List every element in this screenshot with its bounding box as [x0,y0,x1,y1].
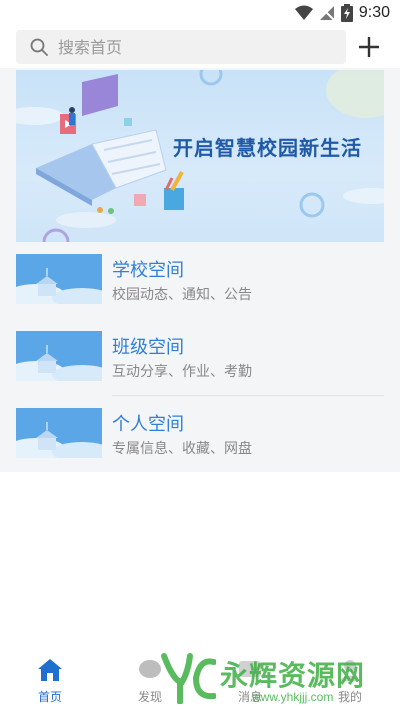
class-thumbnail [16,331,102,381]
list-item-title: 学校空间 [112,260,184,281]
list-item-subtitle: 校园动态、通知、公告 [112,287,252,303]
status-bar: 9:30 [0,0,400,28]
add-button[interactable] [356,34,382,60]
plus-icon [359,37,379,57]
space-list: 学校空间 校园动态、通知、公告 班级空间 互动分享、作业、考勤 个人空间 专属信… [0,242,400,473]
tab-label: 首页 [37,690,62,704]
search-icon [30,38,48,56]
list-item-title: 班级空间 [112,337,184,358]
status-icons: 9:30 [294,4,390,22]
banner[interactable]: 开启智慧校园新生活 [16,70,384,242]
search-bar [0,28,400,68]
tab-home[interactable]: 首页 [20,658,80,705]
list-item-class-space[interactable]: 班级空间 互动分享、作业、考勤 [0,319,400,396]
wifi-icon [294,5,313,20]
personal-thumbnail [16,408,102,458]
list-item-school-space[interactable]: 学校空间 校园动态、通知、公告 [0,242,400,319]
watermark: 永辉资源网 www.yhkjjj.com [160,652,390,707]
list-item-title: 个人空间 [112,414,184,435]
list-item-subtitle: 专属信息、收藏、网盘 [112,441,252,457]
battery-icon [340,4,353,22]
watermark-url: www.yhkjjj.com [252,690,334,704]
home-icon [38,659,62,681]
no-signal-icon [319,6,335,21]
watermark-title: 永辉资源网 [220,659,366,692]
search-input[interactable] [56,36,320,58]
status-time: 9:30 [358,4,390,21]
watermark-logo [161,653,216,704]
list-item-personal-space[interactable]: 个人空间 专属信息、收藏、网盘 [0,396,400,473]
school-thumbnail [16,254,102,304]
search-box[interactable] [16,30,346,64]
list-item-subtitle: 互动分享、作业、考勤 [112,364,252,380]
banner-title: 开启智慧校园新生活 [173,136,362,160]
